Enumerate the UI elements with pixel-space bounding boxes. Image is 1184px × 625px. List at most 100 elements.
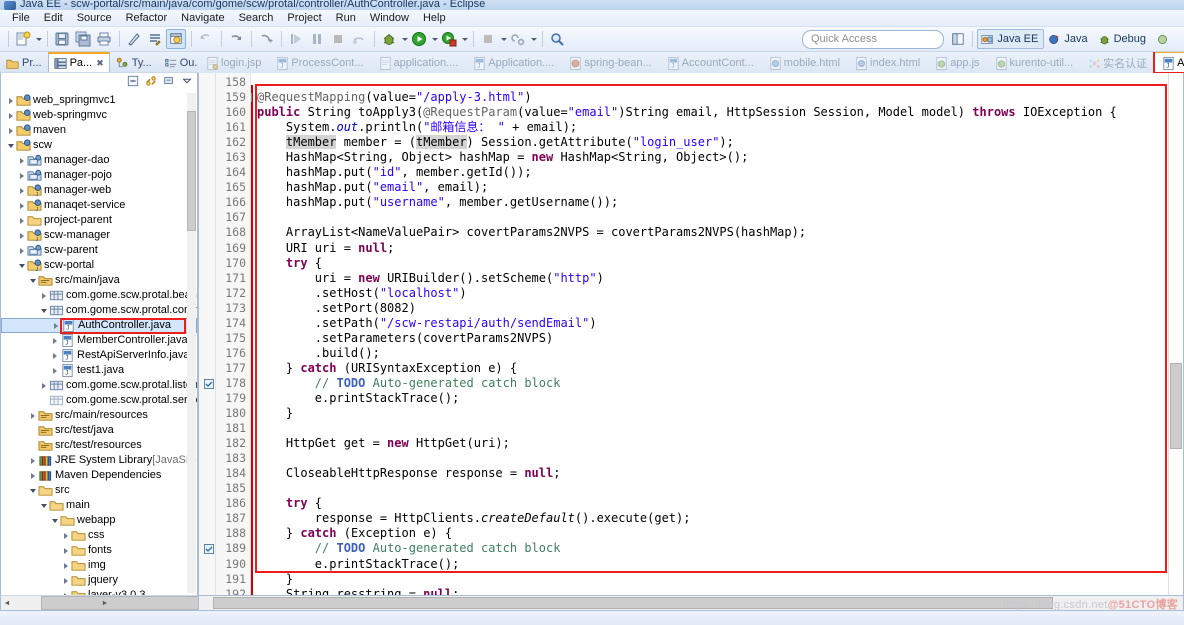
search-icon[interactable] [547,29,567,49]
tree-item[interactable]: src/test/resources [1,438,197,453]
code-line[interactable]: hashMap.put("id", member.getId()); [257,165,1168,180]
code-line[interactable]: } [257,406,1168,421]
new-dropdown-icon[interactable] [34,29,43,49]
code-line[interactable] [257,421,1168,436]
new-wizard-icon[interactable] [13,29,33,49]
code-line[interactable]: // TODO Auto-generated catch block [257,541,1168,556]
code-line[interactable]: uri = new URIBuilder().setScheme("http") [257,271,1168,286]
code-line[interactable]: String resstring = null; [257,587,1168,595]
tree-expand-arrow-icon[interactable] [27,468,38,483]
editor-tab[interactable]: J AccountCont... [659,52,761,73]
tree-expand-arrow-icon[interactable] [38,288,49,303]
code-line[interactable]: tMember member = (tMember) Session.getAt… [257,135,1168,150]
tree-expand-arrow-icon[interactable] [16,213,27,228]
code-line[interactable]: } catch (Exception e) { [257,526,1168,541]
tree-item[interactable]: J MemberController.java [1,333,197,348]
code-line[interactable] [257,451,1168,466]
close-icon[interactable]: ✖ [96,58,104,69]
back-icon[interactable] [196,29,216,49]
tree-horizontal-scrollbar[interactable]: ◄ ► [0,595,251,611]
tree-item[interactable]: src [1,483,197,498]
tree-item[interactable]: src/test/java [1,423,197,438]
editor-tab[interactable]: J ProcessCont... [268,52,370,73]
code-line[interactable]: try { [257,496,1168,511]
package-explorer-tree[interactable]: web_springmvc1 web-springmvc maven scw manag… [0,91,198,595]
tree-collapse-arrow-icon[interactable] [27,483,38,498]
tree-expand-arrow-icon[interactable] [5,123,16,138]
quick-access-input[interactable]: Quick Access [802,30,944,49]
menu-item-edit[interactable]: Edit [37,10,70,26]
editor-overview-scrollbar[interactable] [1168,73,1183,595]
tree-item[interactable]: com.gome.scw.protal.listener [1,378,197,393]
tree-expand-arrow-icon[interactable] [50,318,61,333]
tree-item[interactable]: Jscw-portal [1,258,197,273]
tree-expand-arrow-icon[interactable] [60,528,71,543]
editor-annotation-gutter[interactable] [199,73,216,595]
next-annotation-icon[interactable] [256,29,276,49]
code-line[interactable]: e.printStackTrace(); [257,391,1168,406]
code-line[interactable]: public String toApply3(@RequestParam(val… [257,105,1168,120]
code-line[interactable]: .setHost("localhost") [257,286,1168,301]
tree-item[interactable]: com.gome.scw.protal.controller [1,303,197,318]
editor-tab[interactable]: J Application.... [465,52,561,73]
perspective-java[interactable]: Java [1044,29,1093,49]
code-line[interactable]: } catch (URISyntaxException e) { [257,361,1168,376]
resume-icon[interactable] [286,29,306,49]
collapse-all-icon[interactable] [127,75,139,90]
tree-item[interactable]: com.gome.scw.protal.bean [1,288,197,303]
tree-item[interactable]: Maven Dependencies [1,468,197,483]
run-external-tools-icon[interactable] [439,29,459,49]
tree-item[interactable]: web-springmvc [1,108,197,123]
tree-item[interactable]: project-parent [1,213,197,228]
tree-item[interactable]: main [1,498,197,513]
perspective-debug[interactable]: Debug [1094,29,1152,49]
editor-code-area[interactable]: @RequestMapping(value="/apply-3.html")−p… [251,73,1168,595]
tab-package-explorer[interactable]: Pa... ✖ [47,52,110,72]
tree-item[interactable]: scw-parent [1,243,197,258]
menu-item-source[interactable]: Source [70,10,119,26]
menu-item-navigate[interactable]: Navigate [174,10,231,26]
scroll-left-icon[interactable]: ◄ [1,600,13,607]
code-line[interactable]: hashMap.put("username", member.getUserna… [257,195,1168,210]
tree-item[interactable]: manager-dao [1,153,197,168]
java-source-editor[interactable]: 158 159 160 161 162 163 164 165 166 167 168 169 170 1… [198,73,1184,596]
tree-item[interactable]: maven [1,123,197,138]
tree-expand-arrow-icon[interactable] [49,348,60,363]
tree-expand-arrow-icon[interactable] [38,378,49,393]
code-line[interactable]: HttpGet get = new HttpGet(uri); [257,436,1168,451]
tree-item[interactable]: J RestApiServerInfo.java [1,348,197,363]
debug-dropdown-icon[interactable] [400,29,409,49]
fold-toggle-icon[interactable]: − [251,93,252,103]
todo-marker-icon[interactable] [199,376,215,391]
menu-item-run[interactable]: Run [329,10,363,26]
tree-expand-arrow-icon[interactable] [16,183,27,198]
code-line[interactable]: .setParameters(covertParams2NVPS) [257,331,1168,346]
tree-expand-arrow-icon[interactable] [49,333,60,348]
code-line[interactable]: URI uri = null; [257,241,1168,256]
scroll-right-icon[interactable]: ► [13,600,197,607]
stop-dropdown-icon[interactable] [499,29,508,49]
tree-expand-arrow-icon[interactable] [16,243,27,258]
code-line[interactable]: try { [257,256,1168,271]
tree-item[interactable]: JRE System Library [JavaSE-1.7] [1,453,197,468]
perspective-more[interactable] [1152,29,1178,49]
tree-item[interactable]: Jscw-manager [1,228,197,243]
debug-icon[interactable] [379,29,399,49]
tree-collapse-arrow-icon[interactable] [49,513,60,528]
open-web-browser-icon[interactable] [166,29,186,49]
editor-tab[interactable]: mobile.html [761,52,847,73]
tree-item[interactable]: jquery [1,573,197,588]
tree-item[interactable]: layer-v3.0.3 [1,588,197,595]
tab-project-explorer[interactable]: Pr... [0,53,48,72]
profile-icon[interactable] [508,29,528,49]
code-line[interactable]: .setPath("/scw-restapi/auth/sendEmail") [257,316,1168,331]
tree-collapse-arrow-icon[interactable] [38,303,49,318]
tree-expand-arrow-icon[interactable] [49,363,60,378]
editor-horizontal-scrollbar[interactable] [198,596,1184,611]
code-line[interactable]: @RequestMapping(value="/apply-3.html") − [251,90,1168,105]
tree-collapse-arrow-icon[interactable] [5,138,16,153]
toggle-mark-occurrences-icon[interactable] [124,29,144,49]
editor-tab[interactable]: spring-bean... [561,52,658,73]
tree-item[interactable]: css [1,528,197,543]
tree-expand-arrow-icon[interactable] [16,153,27,168]
